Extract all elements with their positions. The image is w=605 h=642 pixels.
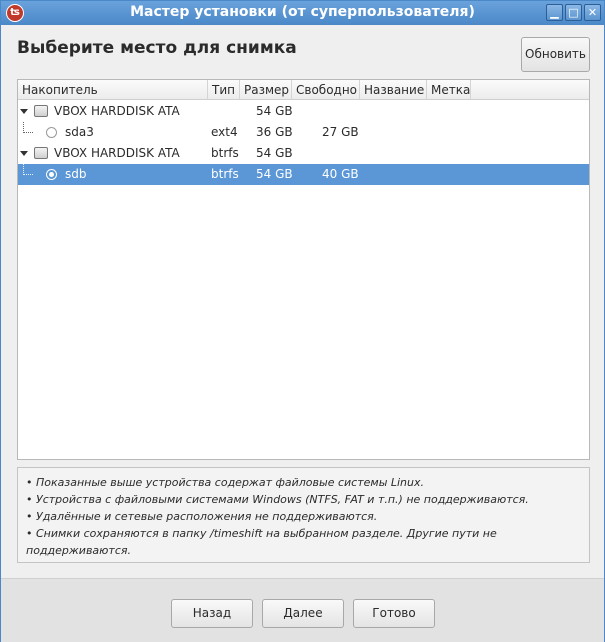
minimize-button[interactable]: ▁ — [546, 4, 563, 21]
drive-type: btrfs — [211, 146, 239, 160]
tree-connector — [23, 122, 33, 133]
title-bar[interactable]: ʦ Мастер установки (от суперпользователя… — [1, 1, 604, 25]
column-header-label[interactable]: Метка — [427, 80, 471, 100]
close-button[interactable]: ✕ — [584, 4, 601, 21]
column-header-free[interactable]: Свободно — [292, 80, 360, 100]
column-header-name[interactable]: Название — [360, 80, 427, 100]
button-bar: Назад Далее Готово — [1, 578, 604, 642]
refresh-button[interactable]: Обновить — [521, 37, 590, 72]
column-header-type[interactable]: Тип — [208, 80, 240, 100]
partition-free: 27 GB — [322, 125, 359, 139]
installer-window: ʦ Мастер установки (от суперпользователя… — [0, 0, 605, 642]
partition-name: sdb — [65, 167, 87, 181]
tree-connector — [23, 164, 33, 175]
table-row[interactable]: sda3 ext4 36 GB 27 GB — [18, 122, 589, 143]
drive-size: 54 GB — [256, 104, 293, 118]
maximize-button[interactable]: □ — [565, 4, 582, 21]
partition-name: sda3 — [65, 125, 94, 139]
column-header-size[interactable]: Размер — [240, 80, 292, 100]
window-title: Мастер установки (от суперпользователя) — [130, 4, 475, 20]
table-row[interactable]: VBOX HARDDISK ATA 54 GB — [18, 101, 589, 122]
device-tree[interactable]: Накопитель Тип Размер Свободно Название … — [17, 79, 590, 460]
drive-size: 54 GB — [256, 146, 293, 160]
note-windows-fs: • Устройства с файловыми системами Windo… — [26, 493, 529, 506]
drive-name: VBOX HARDDISK ATA — [54, 146, 180, 160]
table-row-selected[interactable]: sdb btrfs 54 GB 40 GB — [18, 164, 589, 185]
partition-size: 36 GB — [256, 125, 293, 139]
expander-icon[interactable] — [20, 109, 28, 114]
hard-disk-icon — [34, 147, 48, 159]
table-row[interactable]: VBOX HARDDISK ATA btrfs 54 GB — [18, 143, 589, 164]
note-remote: • Удалённые и сетевые расположения не по… — [26, 510, 378, 523]
radio-checked-icon[interactable] — [46, 169, 57, 180]
note-timeshift: • Снимки сохраняются в папку /timeshift … — [26, 527, 497, 557]
info-notes: • Показанные выше устройства содержат фа… — [17, 467, 590, 563]
drive-name: VBOX HARDDISK ATA — [54, 104, 180, 118]
note-linux-fs: • Показанные выше устройства содержат фа… — [26, 476, 425, 489]
back-button[interactable]: Назад — [171, 599, 253, 628]
partition-size: 54 GB — [256, 167, 293, 181]
finish-button[interactable]: Готово — [353, 599, 435, 628]
page-title: Выберите место для снимка — [17, 38, 297, 58]
partition-type: ext4 — [211, 125, 238, 139]
expander-icon[interactable] — [20, 151, 28, 156]
partition-free: 40 GB — [322, 167, 359, 181]
column-header-drive[interactable]: Накопитель — [18, 80, 208, 100]
partition-type: btrfs — [211, 167, 239, 181]
radio-icon[interactable] — [46, 127, 57, 138]
table-header: Накопитель Тип Размер Свободно Название … — [18, 80, 589, 100]
hard-disk-icon — [34, 105, 48, 117]
next-button[interactable]: Далее — [262, 599, 344, 628]
